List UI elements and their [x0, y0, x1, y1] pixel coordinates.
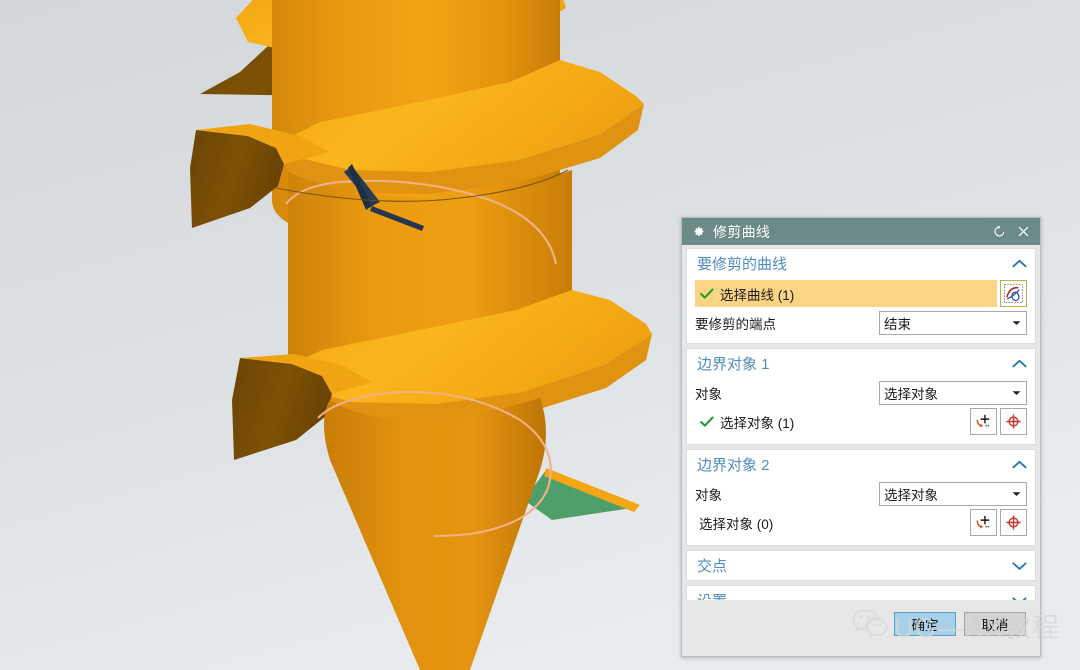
- point-constructor-icon[interactable]: [970, 509, 997, 536]
- section-header-boundary-object-1[interactable]: 边界对象 1: [687, 349, 1035, 378]
- chevron-down-icon[interactable]: [1011, 558, 1027, 574]
- select-object-row-1[interactable]: 选择对象 (1): [695, 408, 1027, 435]
- object-row-1: 对象 选择对象: [695, 379, 1027, 406]
- reset-icon[interactable]: [992, 224, 1007, 239]
- endpoint-select[interactable]: 结束: [879, 310, 1027, 335]
- chevron-down-icon[interactable]: [1010, 488, 1022, 500]
- select-object-strip-2[interactable]: 选择对象 (0): [695, 509, 967, 536]
- section-header-settings[interactable]: 设置: [687, 586, 1035, 600]
- endpoint-row: 要修剪的端点 结束: [695, 309, 1027, 336]
- endpoint-label: 要修剪的端点: [695, 316, 776, 332]
- section-boundary-object-1: 边界对象 1 对象 选择对象 选择对象 (1): [686, 348, 1036, 445]
- object-row-2: 对象 选择对象: [695, 480, 1027, 507]
- chevron-up-icon[interactable]: [1011, 256, 1027, 272]
- object-value: 选择对象: [884, 487, 938, 503]
- chevron-down-icon[interactable]: [1010, 387, 1022, 399]
- object-label: 对象: [695, 386, 722, 402]
- section-title: 交点: [697, 558, 728, 575]
- section-curve-to-trim: 要修剪的曲线 选择曲线 (1) 要修剪的端点 结束: [686, 248, 1036, 344]
- section-content-curve-to-trim: 选择曲线 (1) 要修剪的端点 结束: [687, 280, 1035, 343]
- section-header-curve-to-trim[interactable]: 要修剪的曲线: [687, 249, 1035, 278]
- section-title: 设置: [697, 590, 1011, 600]
- select-object-label-1: 选择对象 (1): [720, 415, 795, 431]
- select-object-row-2[interactable]: 选择对象 (0): [695, 509, 1027, 536]
- dialog-body: 要修剪的曲线 选择曲线 (1) 要修剪的端点 结束 边界对象 1 对象 选择对象…: [682, 245, 1040, 600]
- section-title: 要修剪的曲线: [697, 256, 788, 273]
- dialog-title-bar[interactable]: 修剪曲线: [682, 218, 1040, 245]
- section-content-boundary-object-1: 对象 选择对象 选择对象 (1): [687, 379, 1035, 444]
- trim-curve-dialog[interactable]: 修剪曲线 要修剪的曲线 选择曲线 (1) 要修剪的端点 结束 边界对象 1 对象…: [681, 217, 1041, 657]
- point-constructor-icon[interactable]: [970, 408, 997, 435]
- ok-button[interactable]: 确定: [894, 612, 956, 636]
- select-object-label-2: 选择对象 (0): [699, 516, 774, 532]
- chevron-up-icon[interactable]: [1011, 356, 1027, 372]
- dialog-title: 修剪曲线: [713, 223, 771, 240]
- close-icon[interactable]: [1016, 224, 1031, 239]
- object-select-1[interactable]: 选择对象: [879, 380, 1027, 405]
- endpoint-value: 结束: [884, 316, 911, 332]
- checkmark-icon: [699, 414, 714, 429]
- select-curve-strip[interactable]: 选择曲线 (1): [695, 280, 997, 307]
- select-curve-icon[interactable]: [1000, 280, 1027, 307]
- dialog-footer: 确定 取消: [682, 600, 1040, 656]
- point-dialog-icon[interactable]: [1000, 408, 1027, 435]
- checkmark-icon: [699, 286, 714, 301]
- section-title: 边界对象 1: [697, 356, 770, 373]
- section-header-intersection[interactable]: 交点: [687, 551, 1035, 580]
- select-curve-label: 选择曲线 (1): [720, 287, 795, 303]
- object-select-2[interactable]: 选择对象: [879, 481, 1027, 506]
- object-label: 对象: [695, 487, 722, 503]
- section-intersection: 交点: [686, 550, 1036, 581]
- section-settings: 设置: [686, 585, 1036, 600]
- nx-application-window: 修剪曲线 要修剪的曲线 选择曲线 (1) 要修剪的端点 结束 边界对象 1 对象…: [0, 0, 1080, 670]
- chevron-down-icon[interactable]: [1011, 593, 1027, 600]
- section-title: 边界对象 2: [697, 457, 770, 474]
- chevron-down-icon[interactable]: [1010, 317, 1022, 329]
- section-content-boundary-object-2: 对象 选择对象 选择对象 (0): [687, 480, 1035, 545]
- section-boundary-object-2: 边界对象 2 对象 选择对象 选择对象 (0): [686, 449, 1036, 546]
- section-header-boundary-object-2[interactable]: 边界对象 2: [687, 450, 1035, 479]
- gear-icon: [691, 225, 705, 239]
- select-curve-row[interactable]: 选择曲线 (1): [695, 280, 1027, 307]
- chevron-up-icon[interactable]: [1011, 457, 1027, 473]
- point-dialog-icon[interactable]: [1000, 509, 1027, 536]
- select-object-strip-1[interactable]: 选择对象 (1): [695, 408, 967, 435]
- object-value: 选择对象: [884, 386, 938, 402]
- cancel-button[interactable]: 取消: [964, 612, 1026, 636]
